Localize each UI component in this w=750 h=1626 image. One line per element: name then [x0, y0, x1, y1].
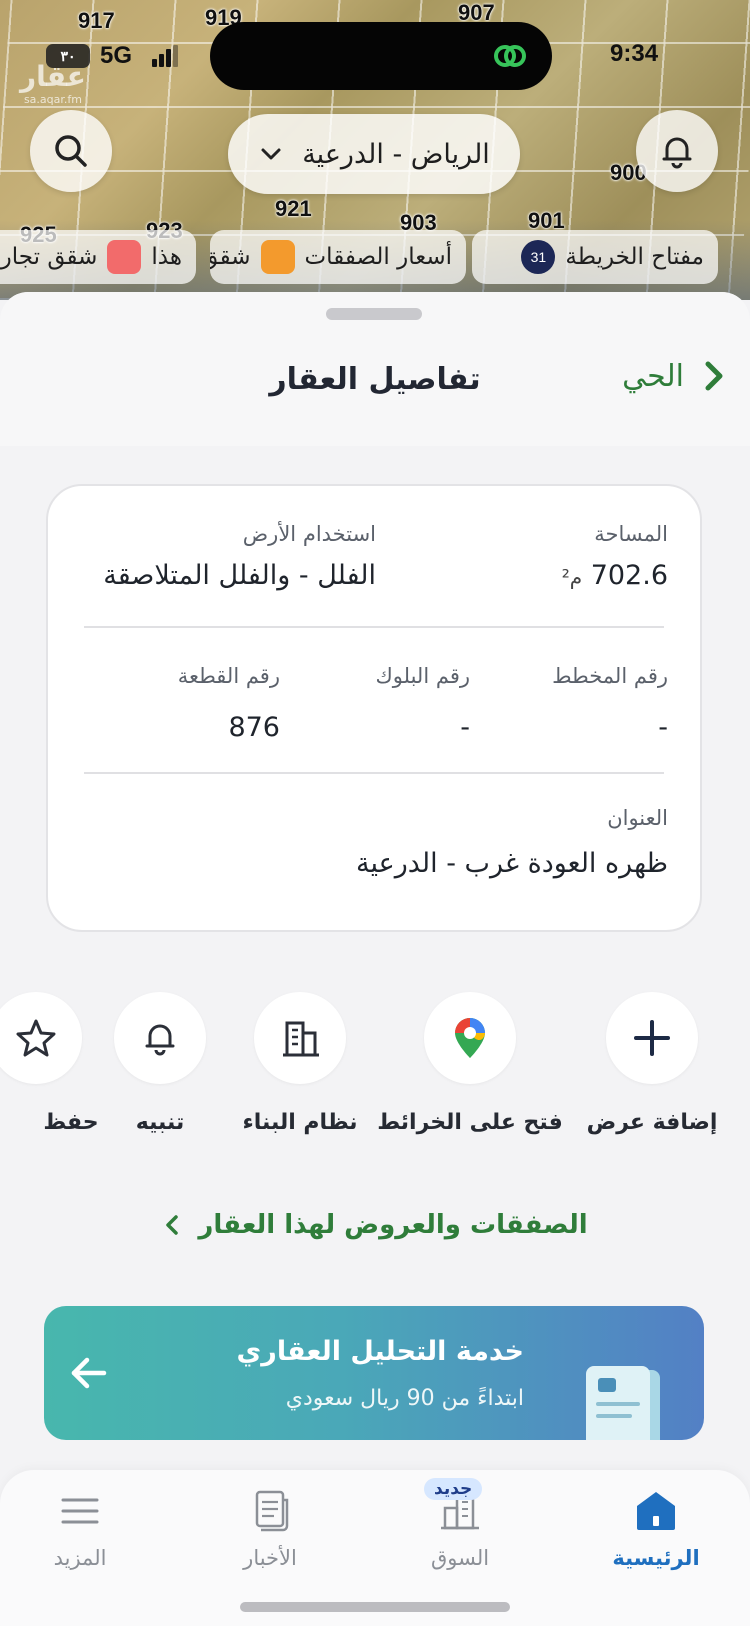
dynamic-island	[210, 22, 552, 90]
area-unit: م²	[561, 565, 583, 589]
map-key-count-badge: 31	[521, 240, 556, 274]
back-link-label: الحي	[622, 358, 684, 394]
building-code-button[interactable]: نظام البناء	[220, 992, 380, 1135]
report-document-icon	[586, 1366, 660, 1440]
chevron-right-icon	[705, 361, 723, 391]
plan-number-label: رقم المخطط	[552, 664, 668, 688]
block-number-value: -	[460, 712, 470, 743]
city-selector-label: الرياض - الدرعية	[302, 138, 490, 170]
action-buttons-row: إضافة عرض فتح على الخرائط نظام البناء تن…	[0, 992, 750, 1172]
legend-color-swatch	[260, 240, 295, 274]
legend-chip-label: هذا	[151, 244, 182, 270]
plot-number-value: 876	[228, 712, 280, 743]
status-bar: ٣٠ 5G 9:34	[0, 0, 750, 110]
land-use-value: الفلل - والفلل المتلاصقة	[103, 560, 376, 591]
chevron-left-icon	[166, 1215, 179, 1235]
news-icon	[255, 1490, 289, 1532]
tab-more-label: المزيد	[53, 1546, 107, 1570]
tab-home[interactable]: الرئيسية	[576, 1470, 736, 1580]
notifications-button[interactable]	[636, 110, 718, 192]
star-icon	[16, 1019, 56, 1057]
open-in-maps-button[interactable]: فتح على الخرائط	[377, 992, 563, 1135]
arrow-left-icon	[71, 1357, 107, 1389]
clock: 9:34	[610, 40, 659, 67]
banner-subtitle: ابتداءً من 90 ريال سعودي	[285, 1386, 524, 1411]
address-label: العنوان	[607, 806, 668, 830]
divider	[84, 626, 664, 628]
tab-news-label: الأخبار	[243, 1546, 297, 1570]
chevron-down-icon	[261, 148, 281, 160]
save-label: حفظ	[43, 1110, 99, 1135]
search-icon	[55, 135, 87, 167]
sheet-header: تفاصيل العقار الحي	[0, 292, 750, 446]
tab-more[interactable]: المزيد	[0, 1470, 160, 1580]
map-key-label: مفتاح الخريطة	[565, 244, 704, 270]
bell-icon	[662, 137, 692, 169]
block-number-label: رقم البلوك	[375, 664, 470, 688]
address-value: ظهره العودة غرب - الدرعية	[355, 848, 668, 879]
google-maps-pin-icon	[455, 1018, 485, 1058]
tab-home-label: الرئيسية	[612, 1546, 700, 1570]
property-details-sheet: تفاصيل العقار الحي المساحة 702.6 م² استخ…	[0, 292, 750, 1626]
alert-label: تنبيه	[135, 1110, 185, 1135]
menu-icon	[61, 1498, 99, 1524]
legend-chip-extra: شقق 2.5 دون	[210, 244, 251, 270]
area-number: 702.6	[590, 560, 668, 591]
map-legend-bar: مفتاح الخريطة 31 أسعار الصفقات شقق 2.5 د…	[0, 230, 750, 284]
open-in-maps-label: فتح على الخرائط	[377, 1110, 563, 1135]
add-offer-label: إضافة عرض	[586, 1110, 718, 1135]
home-indicator	[240, 1602, 510, 1612]
building-code-label: نظام البناء	[242, 1110, 358, 1135]
building-icon	[283, 1021, 319, 1057]
signal-icon	[152, 45, 178, 67]
banner-title: خدمة التحليل العقاري	[236, 1336, 524, 1367]
real-estate-analysis-banner[interactable]: خدمة التحليل العقاري ابتداءً من 90 ريال …	[44, 1306, 704, 1440]
land-use-label: استخدام الأرض	[242, 522, 376, 546]
legend-chip-extra: شقق تجاري	[0, 244, 98, 270]
new-badge: جديد	[424, 1478, 483, 1500]
property-details-card: المساحة 702.6 م² استخدام الأرض الفلل - و…	[46, 484, 702, 932]
plan-number-value: -	[658, 712, 668, 743]
save-circle	[0, 992, 82, 1084]
search-button[interactable]	[30, 110, 112, 192]
open-in-maps-circle	[424, 992, 516, 1084]
bell-icon	[145, 1024, 175, 1056]
plus-icon	[634, 1020, 670, 1056]
neighborhood-back-link[interactable]: الحي	[622, 358, 732, 394]
home-icon	[637, 1492, 675, 1530]
plot-number: 921	[275, 196, 312, 221]
legend-chip-red[interactable]: هذا شقق تجاري	[0, 230, 196, 284]
tab-market[interactable]: جديد السوق	[380, 1470, 540, 1580]
area-label: المساحة	[594, 522, 668, 546]
city-selector[interactable]: الرياض - الدرعية	[228, 114, 520, 194]
legend-color-swatch	[107, 240, 142, 274]
add-offer-circle	[606, 992, 698, 1084]
map-key-chip[interactable]: مفتاح الخريطة 31	[472, 230, 718, 284]
deals-link-label: الصفقات والعروض لهذا العقار	[198, 1210, 588, 1240]
legend-chip-label: أسعار الصفقات	[304, 244, 452, 270]
tab-news[interactable]: الأخبار	[190, 1470, 350, 1580]
network-type: 5G	[100, 42, 133, 69]
legend-chip-orange[interactable]: أسعار الصفقات شقق 2.5 دون	[210, 230, 466, 284]
battery-indicator: ٣٠	[46, 44, 90, 68]
building-code-circle	[254, 992, 346, 1084]
link-icon	[494, 45, 526, 67]
plot-number-label: رقم القطعة	[177, 664, 280, 688]
deals-and-offers-link[interactable]: الصفقات والعروض لهذا العقار	[0, 1210, 750, 1240]
add-offer-button[interactable]: إضافة عرض	[572, 992, 732, 1135]
tab-market-label: السوق	[430, 1546, 490, 1570]
divider	[84, 772, 664, 774]
alert-circle	[114, 992, 206, 1084]
save-button[interactable]: حفظ	[0, 992, 116, 1135]
sheet-grabber[interactable]	[326, 308, 422, 320]
area-value: 702.6 م²	[562, 560, 668, 591]
